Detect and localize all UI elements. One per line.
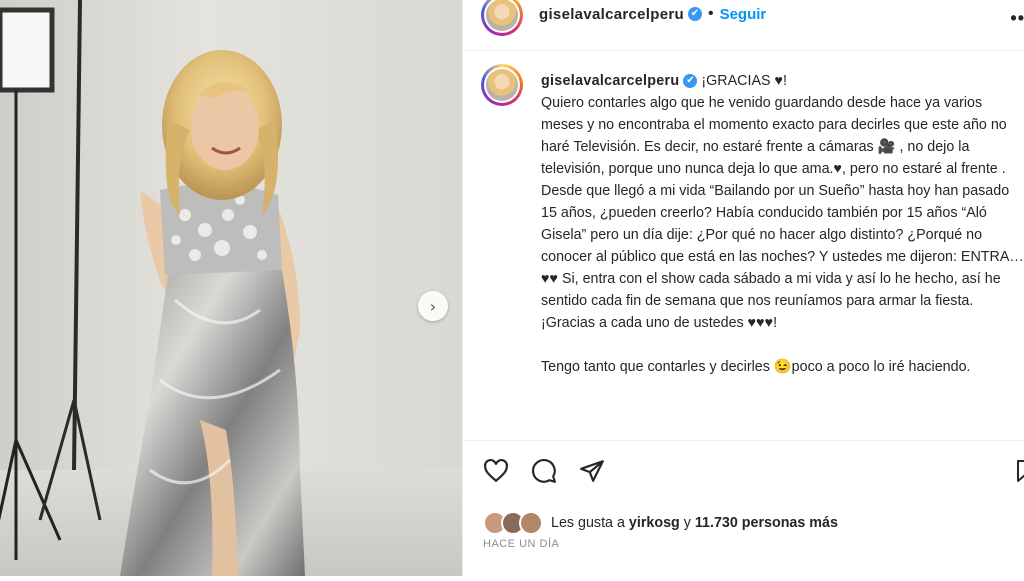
next-photo-button[interactable]: › xyxy=(418,291,448,321)
avatar-image xyxy=(486,0,518,31)
bookmark-icon xyxy=(1017,460,1024,482)
like-button[interactable] xyxy=(483,458,509,489)
post-timestamp[interactable]: HACE UN DÍA xyxy=(483,538,559,550)
more-options-icon[interactable]: •• xyxy=(1010,8,1024,29)
caption-paragraph: ¡GRACIAS ♥! xyxy=(701,73,787,89)
chevron-right-icon: › xyxy=(429,296,437,316)
liker-avatar[interactable] xyxy=(519,511,543,535)
likes-text: Les gusta a yirkosg y 11.730 personas má… xyxy=(551,515,838,531)
caption-first-line: giselavalcarcelperu ✔ ¡GRACIAS ♥! xyxy=(541,70,1024,92)
liker-username[interactable]: yirkosg xyxy=(629,515,680,531)
avatar[interactable] xyxy=(481,0,523,36)
header-username[interactable]: giselavalcarcelperu xyxy=(539,6,684,23)
caption-paragraph: Desde que llegó a mi vida “Bailando por … xyxy=(541,183,1024,309)
comment-button[interactable] xyxy=(531,458,557,489)
separator-dot: • xyxy=(707,5,714,22)
verified-icon: ✔ xyxy=(687,7,702,21)
heart-icon xyxy=(484,458,508,483)
caption-username[interactable]: giselavalcarcelperu xyxy=(541,73,679,89)
post-actions: Les gusta a yirkosg y 11.730 personas má… xyxy=(463,440,1024,581)
caption-verified-icon: ✔ xyxy=(683,74,698,89)
likes-prefix: Les gusta a xyxy=(551,515,629,531)
post-photo[interactable] xyxy=(0,0,462,576)
caption-paragraph: Tengo tanto que contarles y decirles 😉po… xyxy=(541,359,971,375)
caption-text: giselavalcarcelperu ✔ ¡GRACIAS ♥! Quiero … xyxy=(541,70,1024,378)
post-panel: giselavalcarcelperu ✔ • Seguir •• gisela… xyxy=(462,0,1024,576)
comment-icon xyxy=(532,459,556,483)
follow-button[interactable]: Seguir xyxy=(720,6,767,23)
caption-blank-line xyxy=(541,334,1024,356)
caption-avatar[interactable] xyxy=(481,64,523,106)
likes-count[interactable]: 11.730 personas más xyxy=(695,515,838,531)
send-icon xyxy=(580,460,604,482)
caption-avatar-image xyxy=(486,69,518,101)
likes-conjunction: y xyxy=(679,515,695,531)
save-button[interactable] xyxy=(1015,458,1024,489)
caption-paragraph: ¡Gracias a cada uno de ustedes ♥♥♥! xyxy=(541,315,778,331)
post-header: giselavalcarcelperu ✔ • Seguir •• xyxy=(463,0,1024,51)
caption-paragraph: Quiero contarles algo que he venido guar… xyxy=(541,95,1011,177)
share-button[interactable] xyxy=(579,458,605,489)
photo-image xyxy=(0,0,462,576)
header-user: giselavalcarcelperu ✔ • Seguir xyxy=(539,5,766,23)
likes-summary: Les gusta a yirkosg y 11.730 personas má… xyxy=(483,511,838,535)
